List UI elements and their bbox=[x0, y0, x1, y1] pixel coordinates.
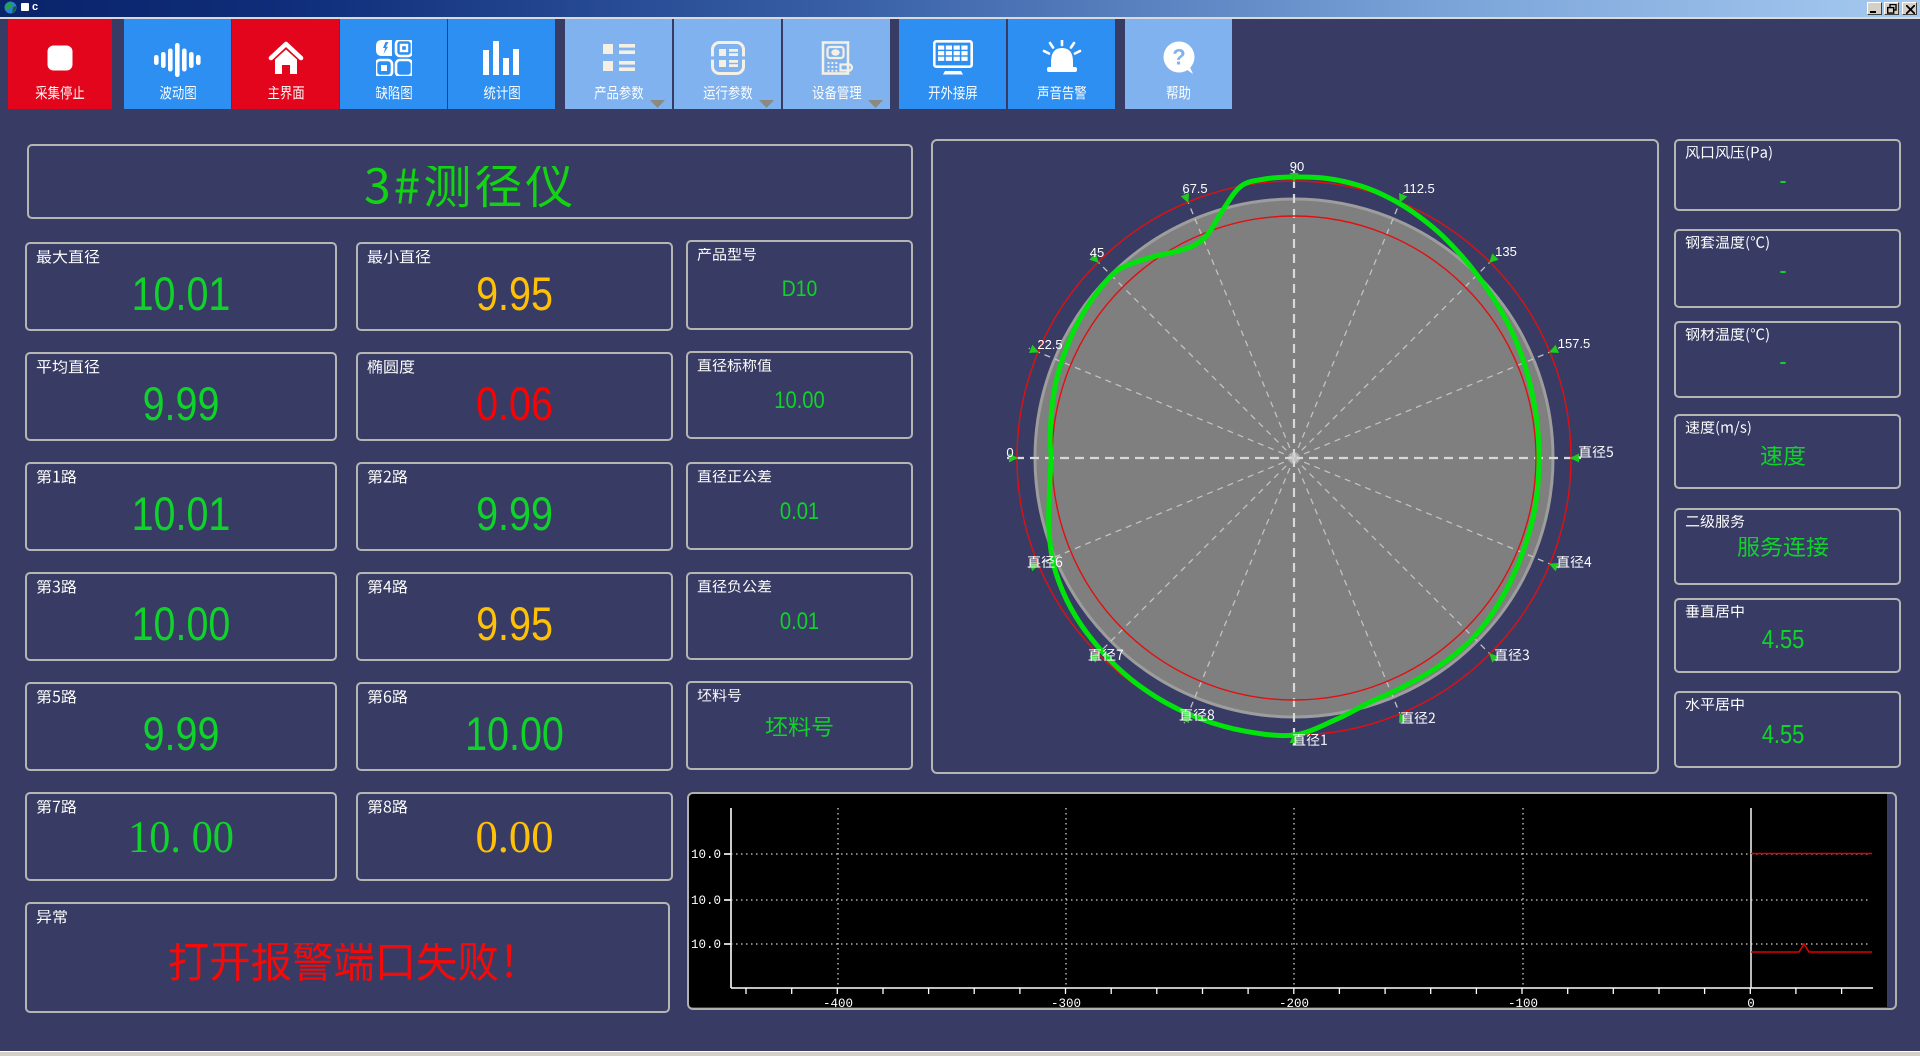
svg-text:-200: -200 bbox=[1279, 997, 1309, 1010]
svg-text:10.0: 10.0 bbox=[691, 848, 721, 862]
svg-text:10.0: 10.0 bbox=[691, 938, 721, 952]
svg-text:0: 0 bbox=[1747, 997, 1755, 1010]
svg-text:?: ? bbox=[1172, 45, 1185, 70]
svg-text:-300: -300 bbox=[1051, 997, 1081, 1010]
svg-text:10.0: 10.0 bbox=[691, 894, 721, 908]
svg-text:-400: -400 bbox=[823, 997, 853, 1010]
svg-text:-100: -100 bbox=[1508, 997, 1538, 1010]
